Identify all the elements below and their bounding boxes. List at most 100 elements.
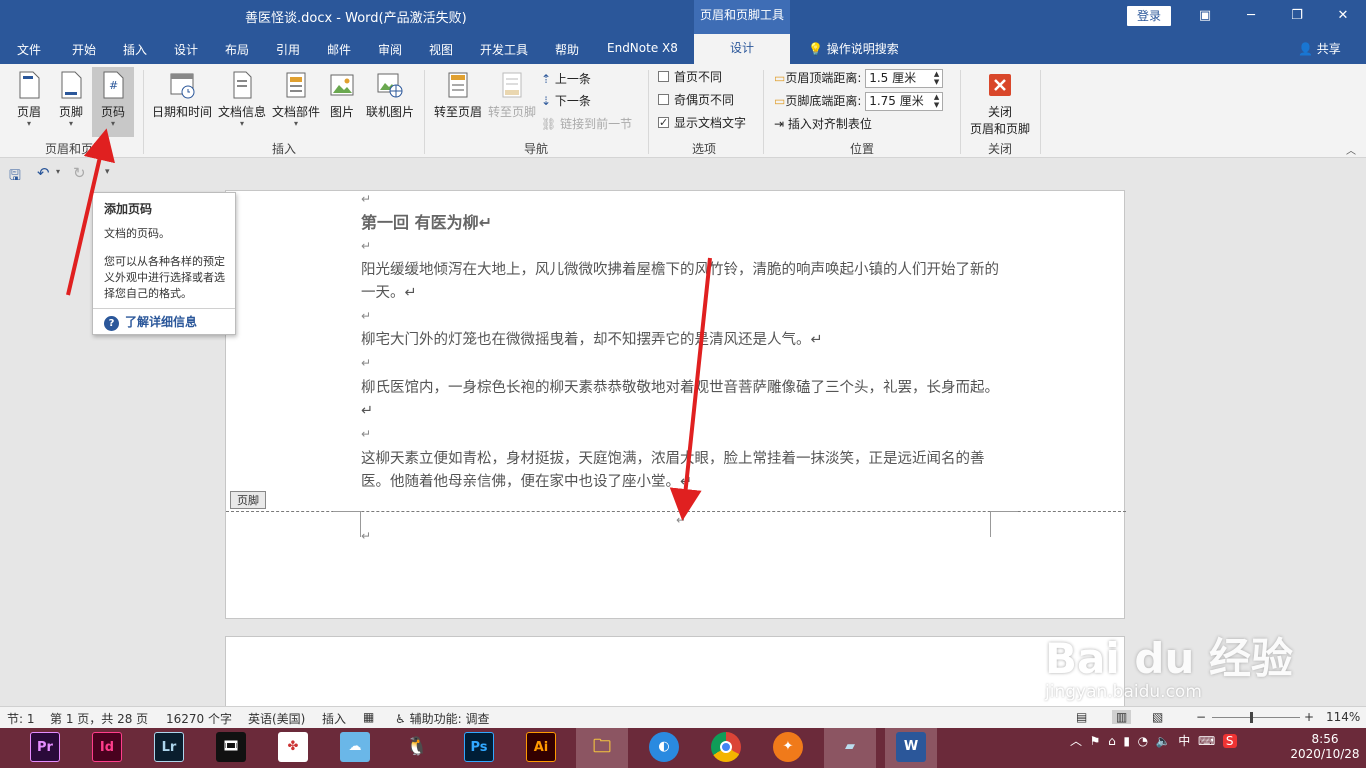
tab-layout[interactable]: 布局: [225, 41, 249, 58]
tab-home[interactable]: 开始: [72, 41, 96, 58]
next-button[interactable]: ⇣ 下一条: [541, 91, 591, 111]
print-layout-icon[interactable]: ▥: [1112, 710, 1132, 724]
network-icon[interactable]: ⌂: [1108, 734, 1116, 748]
tray-app-icon[interactable]: ⚑: [1090, 734, 1101, 748]
tab-insert[interactable]: 插入: [123, 41, 147, 58]
tell-me-search[interactable]: 💡 操作说明搜索: [808, 40, 899, 57]
status-section[interactable]: 节: 1: [7, 710, 35, 727]
online-picture-icon: [377, 73, 403, 98]
tab-design[interactable]: 设计: [174, 41, 198, 58]
restore-icon[interactable]: ❐: [1286, 6, 1308, 26]
quick-parts-button[interactable]: 文档部件 ▾: [270, 70, 322, 136]
accessibility-status[interactable]: ♿ 辅助功能: 调查: [395, 710, 489, 727]
tab-developer[interactable]: 开发工具: [480, 41, 528, 58]
premiere-icon[interactable]: Pr: [30, 732, 60, 762]
minimize-icon[interactable]: ─: [1240, 6, 1262, 26]
goto-header-button[interactable]: 转至页眉: [432, 70, 484, 136]
body-paragraph: 这柳天素立便如青松，身材挺拔，天庭饱满，浓眉大眼，脸上常挂着一抹淡笑，正是远近闻…: [361, 451, 985, 490]
orange-app-icon[interactable]: ✦: [773, 732, 803, 762]
tooltip-description: 文档的页码。: [104, 227, 170, 240]
redo-icon[interactable]: ↻: [73, 164, 86, 182]
close-window-icon[interactable]: ✕: [1332, 6, 1354, 26]
footer-paragraph-mark[interactable]: ↵: [676, 513, 686, 527]
status-language[interactable]: 英语(美国): [248, 710, 305, 727]
body-paragraph: 柳宅大门外的灯笼也在微微摇曳着，却不知摆弄它的是清风还是人气。↵: [361, 332, 823, 348]
goto-footer-button[interactable]: 转至页脚: [486, 70, 538, 136]
ime-indicator[interactable]: 中: [1178, 734, 1190, 748]
zoom-in-icon[interactable]: +: [1304, 710, 1314, 724]
spinner-arrows-icon[interactable]: ▲ ▼: [934, 93, 939, 109]
previous-button[interactable]: ⇡ 上一条: [541, 69, 591, 89]
battery-icon[interactable]: ▮: [1123, 734, 1130, 748]
document-page-2[interactable]: [225, 636, 1125, 716]
page-number-button[interactable]: # 页码 ▾: [92, 67, 134, 137]
insert-alignment-tab-button[interactable]: ⇥ 插入对齐制表位: [774, 114, 872, 134]
zoom-slider-thumb[interactable]: [1250, 712, 1253, 723]
tab-hf-design[interactable]: 设计: [694, 34, 790, 64]
web-layout-icon[interactable]: ▧: [1152, 710, 1163, 724]
close-header-footer-button[interactable]: 关闭 页眉和页脚: [966, 70, 1034, 136]
footer-bottom-spinner[interactable]: 1.75 厘米 ▲ ▼: [865, 92, 944, 111]
sogou-icon[interactable]: S: [1222, 734, 1237, 748]
tray-expand-icon[interactable]: ︿: [1070, 734, 1082, 748]
macro-icon[interactable]: ▦: [363, 710, 374, 724]
notes-app-icon[interactable]: ▰: [835, 732, 865, 762]
taskbar-clock[interactable]: 8:56 2020/10/28: [1290, 732, 1360, 762]
login-button[interactable]: 登录: [1127, 6, 1171, 26]
collapse-ribbon-icon[interactable]: ︿: [1346, 142, 1356, 157]
link-to-previous-button[interactable]: ⛓ 链接到前一节: [541, 114, 632, 134]
group-divider: [648, 70, 649, 154]
chrome-icon[interactable]: [711, 732, 741, 762]
tab-mailings[interactable]: 邮件: [327, 41, 351, 58]
zoom-out-icon[interactable]: −: [1196, 710, 1206, 724]
different-first-page-checkbox[interactable]: 首页不同: [658, 67, 722, 87]
volume-icon[interactable]: 🔈: [1156, 734, 1171, 748]
photoshop-icon[interactable]: Ps: [464, 732, 494, 762]
tab-references[interactable]: 引用: [276, 41, 300, 58]
save-icon[interactable]: 🖫: [9, 165, 21, 189]
tab-endnote[interactable]: EndNote X8: [607, 41, 678, 55]
status-page[interactable]: 第 1 页，共 28 页: [50, 710, 148, 727]
pinwheel-app-icon[interactable]: ✤: [278, 732, 308, 762]
date-time-button[interactable]: 日期和时间: [150, 70, 214, 136]
read-mode-icon[interactable]: ▤: [1076, 710, 1087, 724]
lightroom-icon[interactable]: Lr: [154, 732, 184, 762]
ribbon-display-icon[interactable]: ▣: [1194, 6, 1216, 26]
spinner-arrows-icon[interactable]: ▲ ▼: [934, 70, 939, 86]
system-tray: ︿ ⚑ ⌂ ▮ ◔ 🔈 中 ⌨ S: [1070, 732, 1237, 749]
qq-icon[interactable]: 🐧: [402, 732, 432, 762]
learn-more-link[interactable]: ? 了解详细信息: [104, 313, 197, 331]
file-explorer-icon[interactable]: 🗀: [587, 732, 617, 762]
status-word-count[interactable]: 16270 个字: [166, 710, 232, 727]
online-picture-button[interactable]: 联机图片: [362, 70, 418, 136]
tab-file[interactable]: 文件: [17, 41, 41, 58]
tab-help[interactable]: 帮助: [555, 41, 579, 58]
picture-button[interactable]: 图片: [326, 70, 358, 136]
word-taskbar-icon[interactable]: W: [896, 732, 926, 762]
zoom-slider[interactable]: [1212, 717, 1300, 718]
indesign-icon[interactable]: Id: [92, 732, 122, 762]
document-info-button[interactable]: 文档信息 ▾: [216, 70, 268, 136]
zoom-level[interactable]: 114%: [1326, 710, 1360, 724]
undo-dropdown-icon[interactable]: ▾: [56, 167, 60, 176]
paragraph-mark: ↵: [361, 529, 372, 543]
header-top-spinner[interactable]: 1.5 厘米 ▲ ▼: [865, 69, 944, 88]
chat-app-icon[interactable]: ☁: [340, 732, 370, 762]
tab-review[interactable]: 审阅: [378, 41, 402, 58]
browser-icon[interactable]: ◐: [649, 732, 679, 762]
tab-view[interactable]: 视图: [429, 41, 453, 58]
undo-icon[interactable]: ↶: [37, 164, 50, 182]
wifi-icon[interactable]: ◔: [1138, 734, 1148, 748]
footer-button[interactable]: 页脚 ▾: [54, 70, 88, 136]
illustrator-icon[interactable]: Ai: [526, 732, 556, 762]
keyboard-icon[interactable]: ⌨: [1198, 734, 1215, 748]
video-editor-icon[interactable]: 🎞: [216, 732, 246, 762]
show-document-text-checkbox[interactable]: 显示文档文字: [658, 113, 746, 133]
status-mode[interactable]: 插入: [322, 710, 346, 727]
share-button[interactable]: 👤 共享: [1298, 40, 1341, 57]
odd-even-checkbox[interactable]: 奇偶页不同: [658, 90, 734, 110]
ribbon-tabs: 文件 开始 插入 设计 布局 引用 邮件 审阅 视图 开发工具 帮助 EndNo…: [0, 34, 1366, 64]
header-button[interactable]: 页眉 ▾: [12, 70, 46, 136]
document-page[interactable]: ↵ 第一回 有医为柳↵ ↵ 阳光缓缓地倾泻在大地上，风儿微微吹拂着屋檐下的风竹铃…: [225, 190, 1126, 619]
customize-qat-icon[interactable]: ▾: [105, 167, 110, 177]
